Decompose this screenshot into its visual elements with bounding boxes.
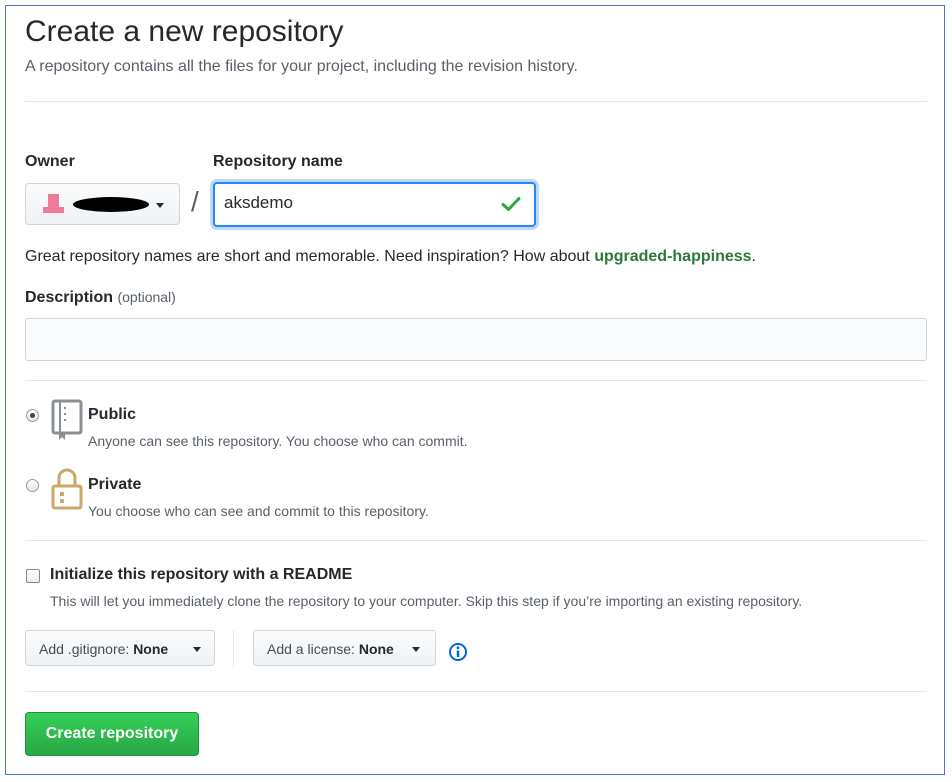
repo-book-icon	[51, 399, 83, 440]
chevron-down-icon	[412, 647, 420, 652]
public-description: Anyone can see this repository. You choo…	[88, 433, 468, 449]
hint-text: Great repository names are short and mem…	[25, 248, 595, 265]
owner-name-redacted	[73, 197, 149, 212]
repo-name-label: Repository name	[213, 153, 343, 170]
info-icon[interactable]	[448, 642, 468, 662]
license-select[interactable]: Add a license: None	[253, 630, 436, 666]
license-value: None	[358, 641, 394, 657]
private-title: Private	[88, 476, 142, 493]
name-suggestion-link[interactable]: upgraded-happiness	[594, 248, 751, 265]
divider	[25, 380, 927, 381]
readme-label[interactable]: Initialize this repository with a README	[50, 566, 352, 584]
create-repository-button[interactable]: Create repository	[25, 712, 199, 756]
gitignore-select[interactable]: Add .gitignore: None	[25, 630, 215, 666]
divider	[25, 691, 927, 692]
readme-checkbox[interactable]	[26, 569, 40, 583]
avatar-icon	[43, 194, 64, 213]
optional-tag: (optional)	[117, 289, 176, 305]
page-title: Create a new repository	[25, 15, 344, 48]
public-radio[interactable]	[26, 409, 39, 422]
repo-name-input[interactable]: aksdemo	[213, 182, 536, 227]
gitignore-prefix: Add .gitignore:	[39, 641, 130, 657]
check-icon	[501, 197, 521, 211]
owner-repo-separator: /	[191, 186, 199, 217]
divider	[25, 540, 927, 541]
gitignore-value: None	[133, 641, 169, 657]
repo-name-hint: Great repository names are short and mem…	[25, 248, 756, 266]
description-label-text: Description	[25, 289, 114, 306]
private-description: You choose who can see and commit to thi…	[88, 503, 429, 519]
description-label: Description (optional)	[25, 289, 176, 307]
select-separator	[233, 630, 234, 667]
private-radio[interactable]	[26, 479, 39, 492]
chevron-down-icon	[156, 203, 164, 208]
create-repo-panel: Create a new repository A repository con…	[5, 5, 945, 775]
page-subtitle: A repository contains all the files for …	[25, 58, 578, 75]
divider	[25, 101, 927, 102]
license-prefix: Add a license:	[267, 641, 355, 657]
radio-selected-dot	[30, 413, 35, 418]
lock-icon	[51, 468, 83, 510]
readme-description: This will let you immediately clone the …	[50, 593, 803, 609]
chevron-down-icon	[193, 647, 201, 652]
hint-period: .	[751, 248, 756, 265]
description-input[interactable]	[25, 318, 927, 361]
public-title: Public	[88, 406, 137, 423]
owner-select-button[interactable]	[25, 183, 180, 225]
owner-label: Owner	[25, 153, 75, 170]
